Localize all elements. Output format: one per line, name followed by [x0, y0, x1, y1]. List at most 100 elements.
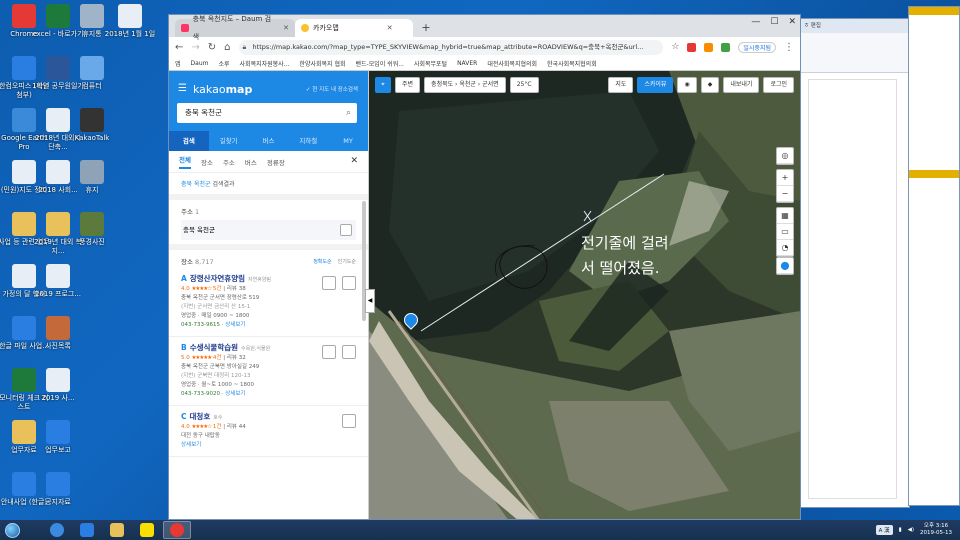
layers-icon[interactable]: ◆ — [700, 77, 720, 93]
back-icon[interactable]: ← — [175, 42, 183, 53]
roadview-pin-icon[interactable]: ⬤ — [777, 258, 793, 274]
place-detail-link[interactable]: 상세보기 — [181, 442, 201, 448]
ime-indicator[interactable]: A 漢 — [875, 525, 893, 535]
place-result[interactable]: C 대청호 호수 4.0 ★★★★☆ 1건 | 리뷰 44 대전 동구 내탑동 상세보기 — [169, 406, 368, 457]
maximize-button[interactable]: ☐ — [770, 17, 778, 27]
share-button[interactable]: 내보내기 — [723, 77, 760, 93]
clock[interactable]: 오후 3:16 2019-05-13 — [920, 523, 952, 537]
map-type-normal[interactable]: 지도 — [608, 77, 634, 93]
save-icon[interactable] — [340, 224, 352, 236]
kakaomap-logo[interactable]: kakaomap — [193, 83, 252, 96]
desktop-icon[interactable]: 업무보고 — [32, 420, 84, 466]
extension-icon[interactable] — [687, 42, 697, 52]
place-detail-link[interactable]: 상세보기 — [225, 391, 245, 397]
place-name[interactable]: 수생식물학습원 — [190, 343, 238, 352]
place-detail-link[interactable]: 상세보기 — [225, 322, 245, 328]
place-name[interactable]: 대청호 — [190, 412, 211, 421]
close-window-button[interactable]: ✕ — [788, 17, 796, 27]
map-skyview[interactable]: ⌖ 주변 충청북도 › 옥천군 › 군서면 25°C 지도 스카이뷰 ◉ ◆ 내… — [369, 71, 800, 519]
hamburger-menu-icon[interactable]: ☰ — [178, 83, 187, 94]
place-name[interactable]: 장령산자연휴양림 — [190, 274, 245, 283]
desktop-icon[interactable]: KakaoTalk — [66, 108, 118, 154]
taskbar-app[interactable] — [43, 521, 71, 539]
place-result[interactable]: B 수생식물학습원 수목원,식물원 5.0 ★★★★★ 4건 | 리뷰 32 충북 옥천… — [169, 337, 368, 406]
review-count[interactable]: 리뷰 44 — [227, 424, 246, 430]
share-place-icon[interactable] — [342, 276, 356, 290]
bookmark-star-icon[interactable]: ☆ — [671, 42, 679, 52]
close-results-icon[interactable]: ✕ — [350, 156, 358, 166]
search-input[interactable]: 충북 옥천군 ⌕ — [177, 103, 357, 123]
desktop-icon[interactable]: 2018년 1월 1일 — [104, 4, 156, 50]
login-button[interactable]: 로그인 — [763, 77, 794, 93]
network-icon[interactable]: ▮ — [899, 527, 902, 533]
background-window-word[interactable]: ㅎ 편집 — [795, 18, 910, 508]
extension-icon[interactable] — [721, 42, 731, 52]
desktop-icon[interactable]: 2019 사... — [32, 368, 84, 414]
pin-icon[interactable]: ◉ — [677, 77, 697, 93]
taskbar-app[interactable] — [73, 521, 101, 539]
filter-address[interactable]: 주소 — [223, 157, 235, 167]
start-button[interactable] — [0, 520, 24, 540]
sort-popular[interactable]: 인기도순 — [338, 259, 356, 265]
browser-window[interactable]: 충북 옥천지도 – Daum 검색 ✕ 카카오맵 ✕ + — ☐ ✕ ← → ↻… — [168, 14, 801, 520]
desktop-icon[interactable]: 휴지 — [66, 160, 118, 206]
share-place-icon[interactable] — [342, 345, 356, 359]
review-count[interactable]: 리뷰 32 — [227, 355, 246, 361]
desktop-icon[interactable]: 2019 프로그... — [32, 264, 84, 310]
tab-close-icon[interactable]: ✕ — [387, 19, 393, 37]
bookmark-item[interactable]: 소루 — [218, 59, 229, 68]
filter-place[interactable]: 장소 — [201, 157, 213, 167]
save-icon[interactable] — [322, 345, 336, 359]
tab-directions[interactable]: 길찾기 — [209, 131, 249, 151]
map-location-icon[interactable]: ⌖ — [375, 77, 391, 93]
filter-bus[interactable]: 버스 — [245, 157, 257, 167]
bookmark-item[interactable]: NAVER — [457, 60, 477, 67]
tab-close-icon[interactable]: ✕ — [283, 19, 289, 37]
bookmark-item[interactable]: 한국사회복지협의회 — [547, 59, 597, 68]
place-result[interactable]: A 장령산자연휴양림 자연휴양림 4.0 ★★★★☆ 5건 | 리뷰 38 충북 옥천군… — [169, 268, 368, 337]
bookmark-item[interactable]: 사회복지자원봉사... — [240, 59, 290, 68]
taskbar-app[interactable] — [133, 521, 161, 539]
bookmark-item[interactable]: 밴드-모임이 쉬워... — [356, 59, 404, 68]
sort-accuracy[interactable]: 정확도순 — [313, 259, 331, 265]
bookmark-item[interactable]: 사회복무포털 — [414, 59, 447, 68]
tab-bus[interactable]: 버스 — [249, 131, 289, 151]
zoom-out-icon[interactable]: − — [777, 186, 793, 202]
bookmark-item[interactable]: 앱 — [175, 59, 181, 68]
bookmark-item[interactable]: Daum — [191, 60, 209, 67]
grid-icon[interactable]: ▦ — [777, 208, 793, 224]
zoom-in-icon[interactable]: + — [777, 170, 793, 186]
save-icon[interactable] — [342, 414, 356, 428]
weather-badge[interactable]: 25°C — [509, 77, 539, 93]
desktop-icon[interactable]: 풍경사진 — [66, 212, 118, 258]
extension-icon[interactable] — [704, 42, 714, 52]
map-type-skyview[interactable]: 스카이뷰 — [637, 77, 674, 93]
search-option-checkbox[interactable]: ✓ 현 지도 내 장소검색 — [306, 85, 358, 93]
collapse-sidebar-button[interactable]: ◀ — [365, 289, 375, 313]
address-result[interactable]: 충북 옥천군 — [181, 220, 356, 240]
desktop-icon[interactable]: 사진목록 — [32, 316, 84, 362]
place-phone[interactable]: 043-733-9615 — [181, 322, 220, 328]
minimize-button[interactable]: — — [751, 17, 760, 27]
current-location-icon[interactable]: ◎ — [777, 148, 793, 164]
save-icon[interactable] — [322, 276, 336, 290]
taskbar-app[interactable] — [103, 521, 131, 539]
ruler-icon[interactable]: ▭ — [777, 224, 793, 240]
filter-stop[interactable]: 정류장 — [267, 157, 285, 167]
desktop-icon[interactable]: 공지자료 — [32, 472, 84, 518]
filter-all[interactable]: 전체 — [179, 154, 191, 169]
tab-subway[interactable]: 지하철 — [288, 131, 328, 151]
tab-my[interactable]: MY — [328, 131, 368, 151]
tab-kakaomap[interactable]: 카카오맵 ✕ — [295, 19, 413, 37]
compass-icon[interactable]: ◔ — [777, 240, 793, 256]
menu-dots-icon[interactable]: ⋮ — [784, 42, 794, 53]
roadview-button[interactable]: 주변 — [395, 77, 421, 93]
taskbar-app[interactable] — [163, 521, 191, 539]
paused-profile-button[interactable]: 일시중지됨 — [738, 41, 776, 53]
bookmark-item[interactable]: 한양사회복지 협회 — [299, 59, 345, 68]
background-window-right[interactable] — [908, 6, 960, 506]
region-breadcrumb[interactable]: 충청북도 › 옥천군 › 군서면 — [424, 77, 506, 93]
bookmark-item[interactable]: 대전사회복지협의회 — [487, 59, 537, 68]
review-count[interactable]: 리뷰 38 — [227, 286, 246, 292]
search-icon[interactable]: ⌕ — [346, 103, 351, 123]
